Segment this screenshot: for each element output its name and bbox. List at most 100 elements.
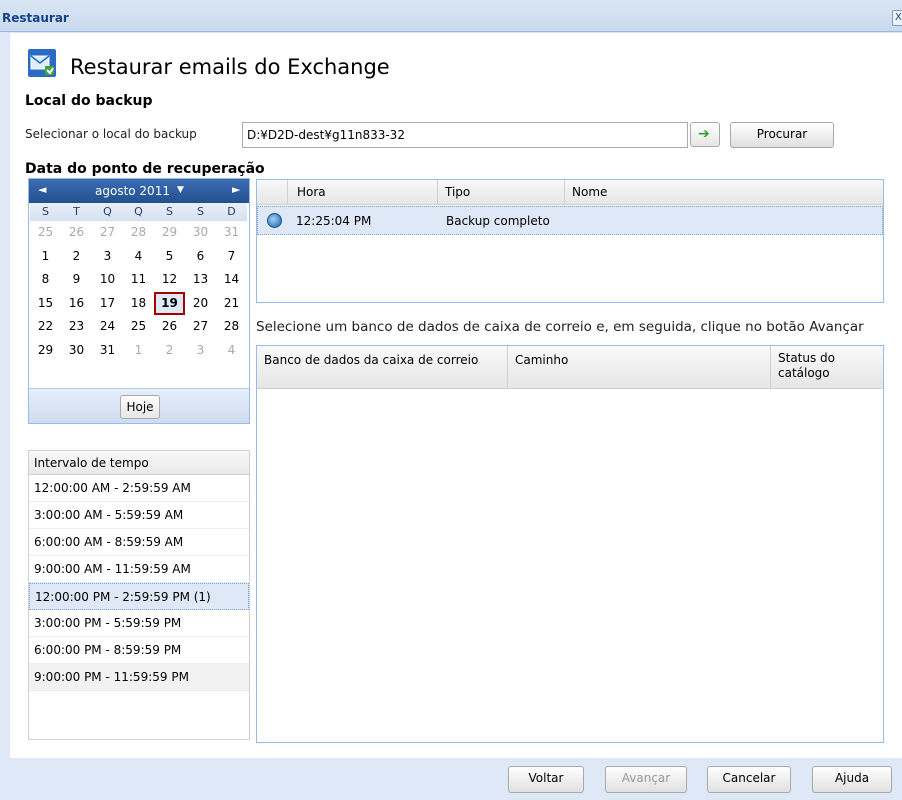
exchange-restore-icon — [28, 49, 56, 77]
column-mailbox-database[interactable]: Banco de dados da caixa de correio — [264, 353, 478, 367]
backup-location-input[interactable]: D:¥D2D-dest¥g11n833-32 — [242, 122, 688, 148]
calendar-day[interactable]: 3 — [185, 339, 216, 363]
browse-button[interactable]: Procurar — [730, 122, 834, 148]
calendar-day-header: Q — [123, 203, 154, 221]
calendar-prev-icon[interactable]: ◄ — [38, 183, 46, 196]
back-button[interactable]: Voltar — [508, 766, 584, 793]
dialog-body: Restaurar emails do Exchange Local do ba… — [10, 33, 902, 758]
go-button[interactable]: ➔ — [690, 122, 720, 147]
backup-location-heading: Local do backup — [25, 93, 153, 109]
calendar-header: ◄ agosto 2011 ▼ ► — [29, 179, 249, 203]
window-title: Restaurar — [2, 11, 69, 25]
calendar-day[interactable]: 18 — [123, 292, 154, 316]
calendar-day[interactable]: 26 — [154, 315, 185, 339]
recovery-points-header: Hora Tipo Nome — [257, 180, 883, 205]
calendar-day[interactable]: 27 — [92, 221, 123, 245]
row-hora: 12:25:04 PM — [296, 214, 372, 228]
calendar-day[interactable]: 6 — [185, 245, 216, 269]
backup-point-icon — [267, 213, 282, 228]
dialog-footer: Voltar Avançar Cancelar Ajuda — [10, 758, 902, 800]
calendar-day[interactable]: 1 — [30, 245, 61, 269]
column-tipo[interactable]: Tipo — [445, 185, 470, 199]
time-range-item[interactable]: 3:00:00 AM - 5:59:59 AM — [29, 502, 249, 529]
calendar-day[interactable]: 21 — [216, 292, 247, 316]
calendar-day[interactable]: 25 — [30, 221, 61, 245]
calendar-day[interactable]: 10 — [92, 268, 123, 292]
column-caminho[interactable]: Caminho — [515, 353, 568, 367]
time-range-item[interactable]: 9:00:00 AM - 11:59:59 AM — [29, 556, 249, 583]
calendar-next-icon[interactable]: ► — [232, 183, 240, 196]
time-range-item[interactable]: 9:00:00 PM - 11:59:59 PM — [29, 664, 249, 691]
time-range-list: Intervalo de tempo 12:00:00 AM - 2:59:59… — [28, 450, 250, 740]
calendar-day[interactable]: 29 — [154, 221, 185, 245]
mailbox-grid: Banco de dados da caixa de correio Camin… — [256, 345, 884, 743]
close-icon[interactable]: X — [892, 10, 902, 26]
calendar-day[interactable]: 25 — [123, 315, 154, 339]
calendar-day-header: S — [30, 203, 61, 221]
calendar-day[interactable]: 28 — [123, 221, 154, 245]
calendar-day[interactable]: 4 — [123, 245, 154, 269]
today-button[interactable]: Hoje — [120, 395, 160, 419]
time-range-item[interactable]: 6:00:00 AM - 8:59:59 AM — [29, 529, 249, 556]
calendar-day[interactable]: 17 — [92, 292, 123, 316]
table-row[interactable]: 12:25:04 PM Backup completo — [257, 206, 883, 235]
instruction-text: Selecione um banco de dados de caixa de … — [256, 319, 864, 335]
calendar-day[interactable]: 2 — [154, 339, 185, 363]
time-range-item[interactable]: 12:00:00 AM - 2:59:59 AM — [29, 475, 249, 502]
calendar-day[interactable]: 2 — [61, 245, 92, 269]
column-nome[interactable]: Nome — [572, 185, 607, 199]
calendar-day[interactable]: 30 — [185, 221, 216, 245]
time-range-header: Intervalo de tempo — [29, 451, 249, 475]
arrow-right-icon: ➔ — [698, 126, 710, 142]
time-range-item[interactable]: 6:00:00 PM - 8:59:59 PM — [29, 637, 249, 664]
calendar-day[interactable]: 7 — [216, 245, 247, 269]
calendar-day[interactable]: 26 — [61, 221, 92, 245]
calendar-day[interactable]: 29 — [30, 339, 61, 363]
calendar-day-header: Q — [92, 203, 123, 221]
calendar-grid: S T Q Q S S D 25 26 27 28 29 30 31 1 2 3 4 5 6 7 8 9 10 11 12 13 14… — [30, 203, 249, 362]
recovery-point-heading: Data do ponto de recuperação — [25, 161, 265, 177]
recovery-points-grid: Hora Tipo Nome 12:25:04 PM Backup comple… — [256, 179, 884, 303]
calendar-month-label[interactable]: agosto 2011 — [95, 184, 170, 198]
calendar-footer: Hoje — [29, 388, 249, 423]
calendar-day-header: S — [154, 203, 185, 221]
cancel-button[interactable]: Cancelar — [707, 766, 791, 793]
column-hora[interactable]: Hora — [297, 185, 326, 199]
calendar-day[interactable]: 14 — [216, 268, 247, 292]
calendar-day[interactable]: 1 — [123, 339, 154, 363]
calendar-day[interactable]: 27 — [185, 315, 216, 339]
calendar-day[interactable]: 28 — [216, 315, 247, 339]
row-tipo: Backup completo — [446, 214, 550, 228]
calendar-day[interactable]: 4 — [216, 339, 247, 363]
window-titlebar: Restaurar X — [0, 0, 902, 32]
time-range-item[interactable]: 3:00:00 PM - 5:59:59 PM — [29, 610, 249, 637]
calendar-day[interactable]: 31 — [216, 221, 247, 245]
calendar-day[interactable]: 24 — [92, 315, 123, 339]
chevron-down-icon[interactable]: ▼ — [177, 185, 184, 195]
calendar-day[interactable]: 9 — [61, 268, 92, 292]
calendar: ◄ agosto 2011 ▼ ► S T Q Q S S D 25 26 27 28 29 30 31 1… — [28, 178, 250, 424]
backup-location-label: Selecionar o local do backup — [25, 127, 197, 141]
calendar-day-header: S — [185, 203, 216, 221]
next-button[interactable]: Avançar — [605, 766, 687, 793]
calendar-day-header: T — [61, 203, 92, 221]
calendar-day[interactable]: 5 — [154, 245, 185, 269]
calendar-day[interactable]: 22 — [30, 315, 61, 339]
calendar-day[interactable]: 31 — [92, 339, 123, 363]
calendar-day[interactable]: 11 — [123, 268, 154, 292]
calendar-day-header: D — [216, 203, 247, 221]
calendar-day[interactable]: 13 — [185, 268, 216, 292]
time-range-item[interactable]: 12:00:00 PM - 2:59:59 PM (1) — [29, 583, 249, 610]
column-status-catalogo[interactable]: Status do catálogo — [778, 351, 874, 381]
calendar-day[interactable]: 20 — [185, 292, 216, 316]
calendar-day[interactable]: 15 — [30, 292, 61, 316]
calendar-day[interactable]: 19 — [154, 291, 185, 315]
calendar-day[interactable]: 30 — [61, 339, 92, 363]
calendar-day[interactable]: 16 — [61, 292, 92, 316]
calendar-day[interactable]: 12 — [154, 268, 185, 292]
help-button[interactable]: Ajuda — [812, 766, 892, 793]
calendar-day[interactable]: 23 — [61, 315, 92, 339]
calendar-day[interactable]: 3 — [92, 245, 123, 269]
mailbox-grid-header: Banco de dados da caixa de correio Camin… — [257, 346, 883, 389]
calendar-day[interactable]: 8 — [30, 268, 61, 292]
